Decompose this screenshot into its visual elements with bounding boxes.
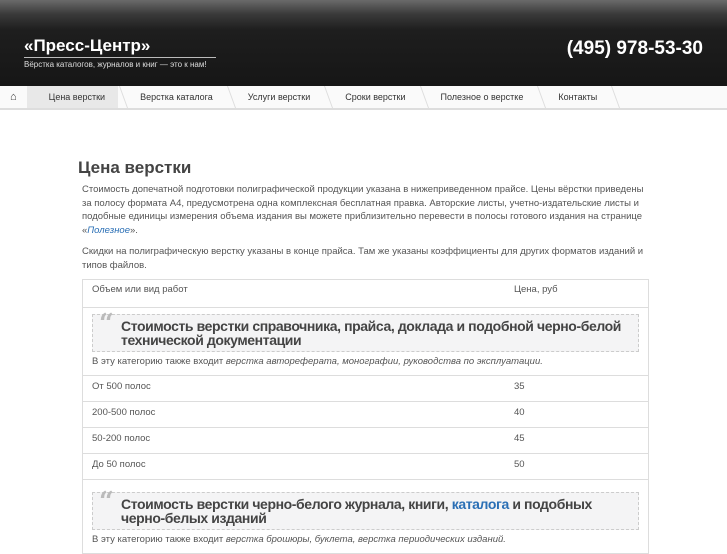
table-row: От 500 полос 35 [83,376,648,402]
nav-catalog[interactable]: Верстка каталога [118,86,226,108]
catalog-link[interactable]: каталога [452,496,510,512]
page-title: Цена верстки [78,158,192,177]
nav-terms[interactable]: Сроки верстки [323,86,418,108]
nav-useful[interactable]: Полезное о верстке [419,86,537,108]
intro-text: Стоимость допечатной подготовки полиграф… [82,183,652,280]
table-row: До 50 полос 50 [83,454,648,480]
site-header: «Пресс-Центр» Вёрстка каталогов, журнало… [0,0,727,86]
section-note: В эту категорию также входит верстка бро… [83,534,648,554]
home-icon[interactable]: ⌂ [0,86,27,108]
table-header: Объем или вид работ Цена, руб [83,280,648,308]
intro-paragraph: Стоимость допечатной подготовки полиграф… [82,184,644,236]
section-heading: “Стоимость верстки справочника, прайса, … [92,309,639,352]
main-nav: ⌂ Цена верстки Верстка каталога Услуги в… [0,86,727,110]
section-heading: “Стоимость верстки черно-белого журнала,… [92,487,639,530]
quote-icon: “ [99,309,114,339]
price-table: Объем или вид работ Цена, руб “Стоимость … [82,279,649,554]
discount-paragraph: Скидки на полиграфическую верстку указан… [82,246,644,271]
nav-contacts[interactable]: Контакты [536,86,610,108]
table-row: 50-200 полос 45 [83,428,648,454]
useful-link[interactable]: Полезное [87,225,130,236]
phone-number: (495) 978-53-30 [566,38,703,59]
tagline: Вёрстка каталогов, журналов и книг — это… [24,57,216,69]
nav-services[interactable]: Услуги верстки [226,86,323,108]
quote-icon: “ [99,487,114,517]
site-logo[interactable]: «Пресс-Центр» [24,36,150,56]
table-row: 200-500 полос 40 [83,402,648,428]
section-note: В эту категорию также входит верстка авт… [83,356,648,376]
nav-price[interactable]: Цена верстки [26,86,119,108]
